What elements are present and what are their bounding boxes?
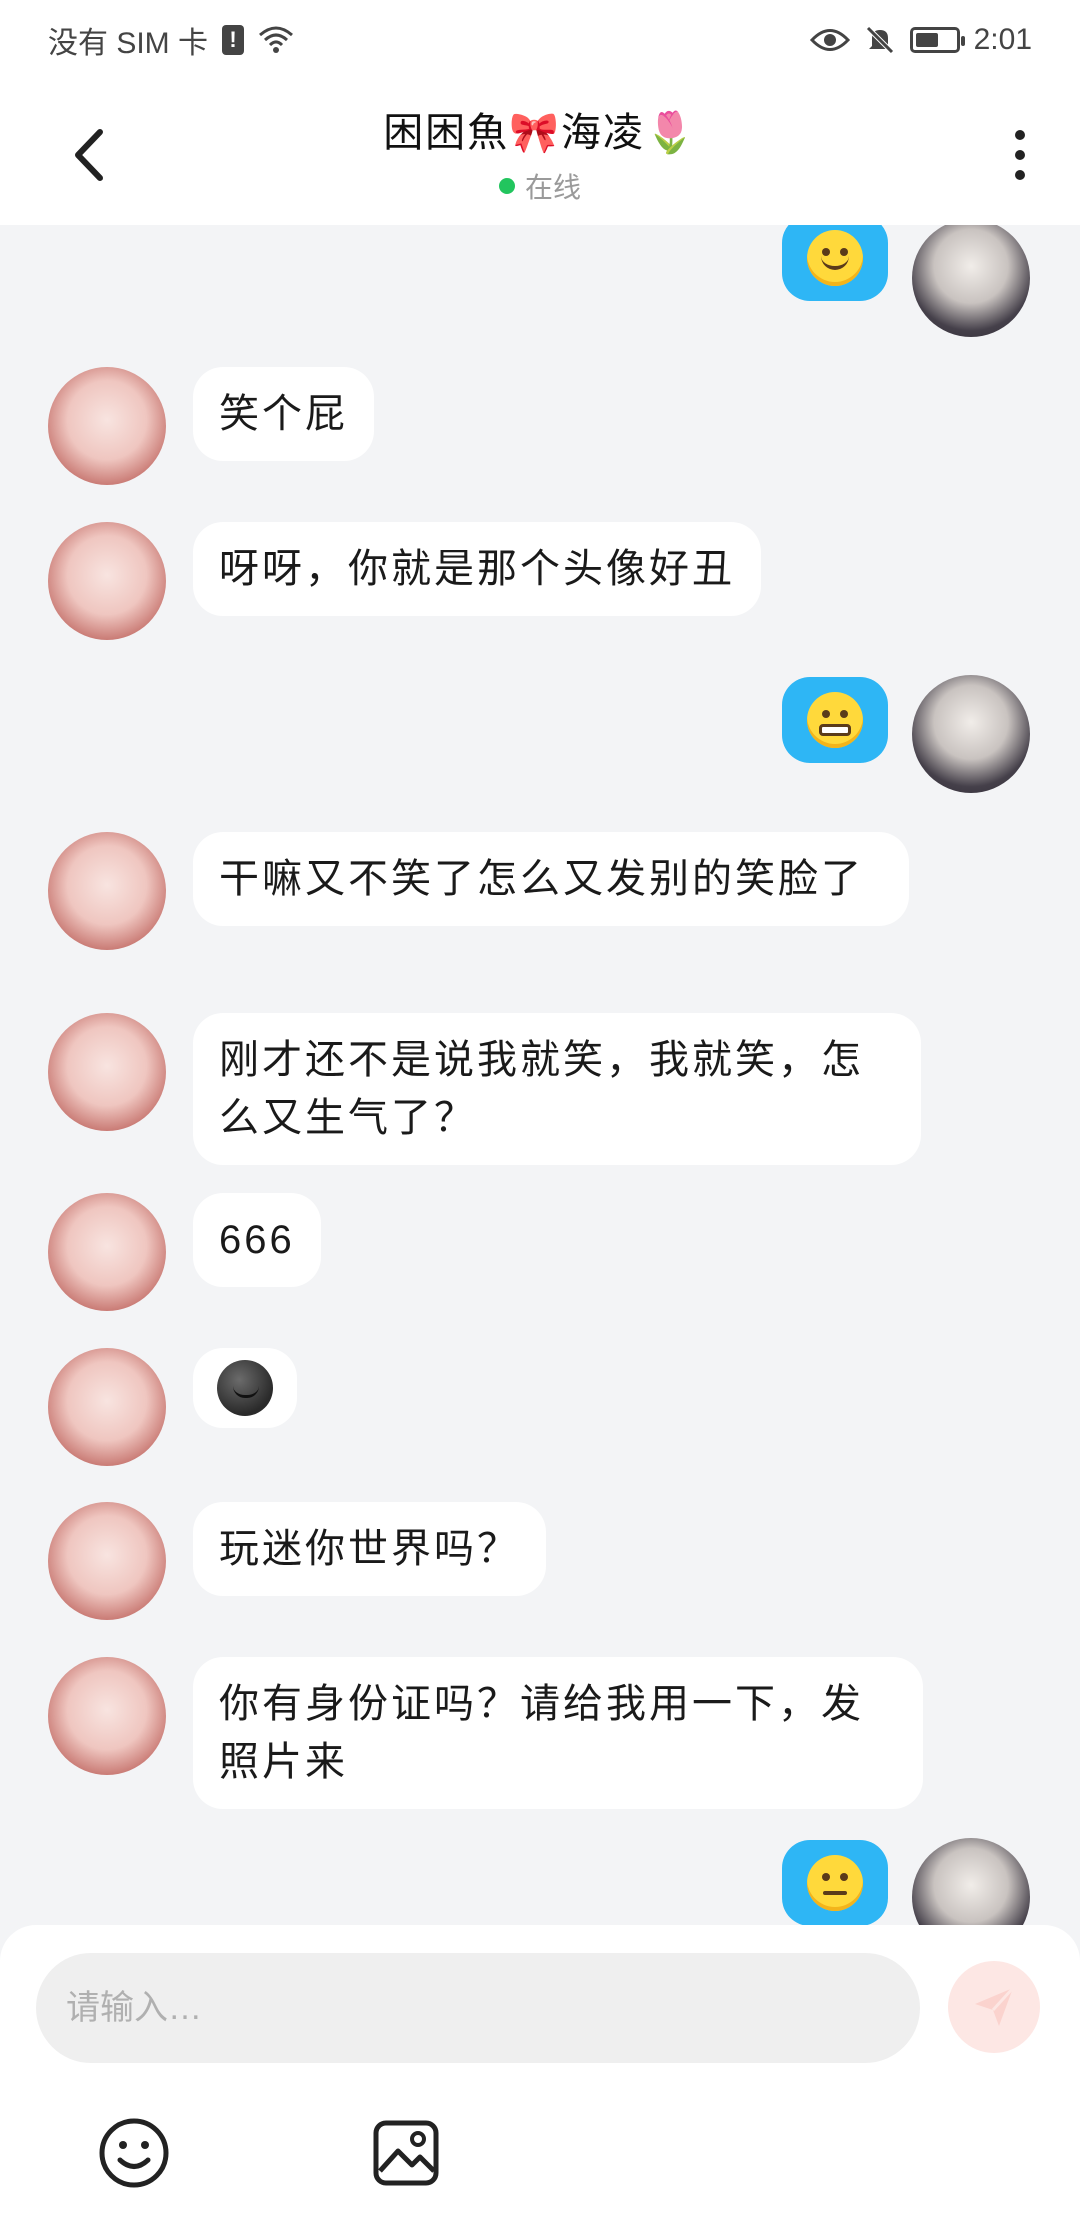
message-bubble-received[interactable]: 你有身份证吗？请给我用一下，发照片来 <box>193 1657 923 1809</box>
clock: 2:01 <box>973 23 1032 56</box>
send-button[interactable] <box>948 1961 1040 2053</box>
input-panel <box>0 1925 1080 2240</box>
message-text: 玩迷你世界吗？ <box>219 1527 520 1571</box>
message-bubble-received[interactable]: 干嘛又不笑了怎么又发别的笑脸了 <box>193 832 909 926</box>
eye-icon <box>809 29 850 51</box>
contact-avatar[interactable] <box>48 522 166 640</box>
status-right: 2:01 <box>809 23 1032 57</box>
my-avatar[interactable] <box>912 675 1030 793</box>
message-bubble-sent[interactable] <box>782 1840 888 1925</box>
online-status-label: 在线 <box>524 171 581 203</box>
mute-bell-icon <box>865 26 894 54</box>
image-picker-button[interactable] <box>368 2115 444 2191</box>
contact-info: 困困魚🎀海凌🌷 在线 <box>383 100 697 206</box>
emoji-picker-button[interactable] <box>96 2115 172 2191</box>
message-bubble-received[interactable]: 666 <box>193 1193 321 1287</box>
message-text: 呀呀，你就是那个头像好丑 <box>219 547 735 591</box>
online-status: 在线 <box>383 166 697 206</box>
message-bubble-received[interactable]: 呀呀，你就是那个头像好丑 <box>193 522 761 616</box>
contact-avatar[interactable] <box>48 832 166 950</box>
online-dot-icon <box>498 177 515 194</box>
my-avatar[interactable] <box>912 1838 1030 1925</box>
message-text: 干嘛又不笑了怎么又发别的笑脸了 <box>219 857 864 901</box>
message-text: 你有身份证吗？请给我用一下，发照片来 <box>219 1682 864 1784</box>
back-button[interactable] <box>60 120 120 190</box>
smiling-face-icon <box>807 230 863 286</box>
message-list[interactable]: 笑个屁 呀呀，你就是那个头像好丑 干嘛又不笑了怎么又发别的笑脸了 刚才还不是说我… <box>0 225 1080 1925</box>
more-options-button[interactable] <box>1000 125 1040 185</box>
message-text: 刚才还不是说我就笑，我就笑，怎么又生气了？ <box>219 1038 864 1140</box>
contact-avatar[interactable] <box>48 1657 166 1775</box>
status-bar: 没有 SIM 卡 ! 2:01 <box>0 0 1080 80</box>
contact-avatar[interactable] <box>48 1348 166 1466</box>
contact-avatar[interactable] <box>48 1502 166 1620</box>
contact-avatar[interactable] <box>48 1013 166 1131</box>
neutral-face-icon <box>807 1855 863 1911</box>
message-bubble-received[interactable]: 玩迷你世界吗？ <box>193 1502 546 1596</box>
message-bubble-received[interactable]: 刚才还不是说我就笑，我就笑，怎么又生气了？ <box>193 1013 921 1165</box>
contact-name: 困困魚🎀海凌🌷 <box>383 110 697 155</box>
status-left: 没有 SIM 卡 ! <box>48 18 294 62</box>
chat-header: 困困魚🎀海凌🌷 在线 <box>0 80 1080 225</box>
wifi-icon <box>259 26 294 53</box>
carrier-label: 没有 SIM 卡 <box>48 27 209 60</box>
message-bubble-received[interactable] <box>193 1348 297 1428</box>
message-bubble-sent[interactable] <box>782 225 888 301</box>
message-text: 笑个屁 <box>219 392 348 436</box>
message-bubble-received[interactable]: 笑个屁 <box>193 367 374 461</box>
message-input[interactable] <box>36 1953 920 2063</box>
moon-face-icon <box>217 1360 273 1416</box>
message-bubble-sent[interactable] <box>782 677 888 763</box>
message-text: 666 <box>219 1218 295 1262</box>
my-avatar[interactable] <box>912 225 1030 337</box>
send-icon <box>975 1986 1015 2026</box>
sim-alert-icon: ! <box>222 25 245 55</box>
contact-avatar[interactable] <box>48 367 166 485</box>
grimacing-face-icon <box>807 692 863 748</box>
contact-avatar[interactable] <box>48 1193 166 1311</box>
battery-icon <box>909 27 965 53</box>
